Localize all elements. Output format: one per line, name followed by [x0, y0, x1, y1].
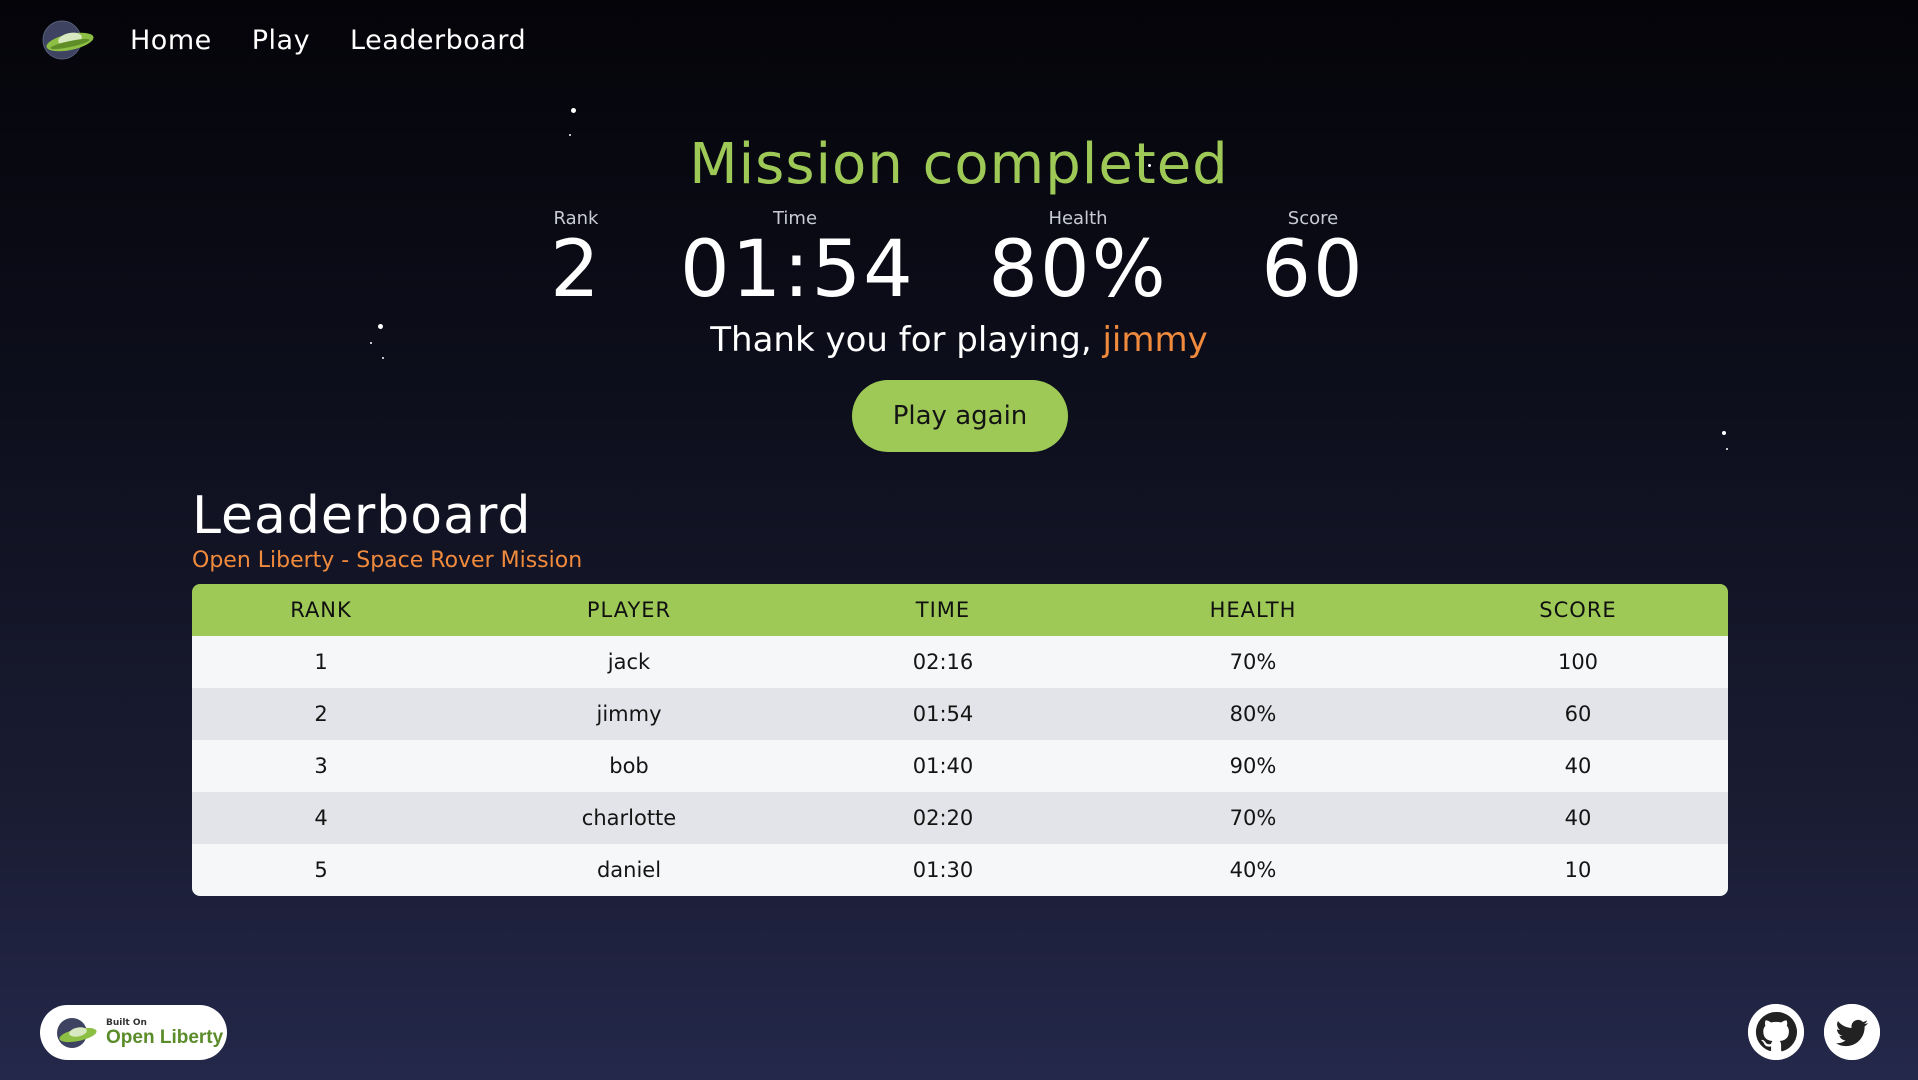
built-on-text: Built On Open Liberty [106, 1018, 224, 1048]
cell-time: 02:20 [912, 806, 974, 830]
cell-rank: 1 [314, 650, 328, 674]
table-row: 2 jimmy 01:54 80% 60 [192, 688, 1728, 740]
cell-score: 100 [1557, 650, 1599, 674]
cell-health: 90% [1229, 754, 1277, 778]
play-again-button[interactable]: Play again [852, 380, 1068, 452]
thank-you-text: Thank you for playing, [710, 320, 1092, 360]
stat-score: Score 60 [1243, 208, 1383, 309]
table-row: 1 jack 02:16 70% 100 [192, 636, 1728, 688]
thank-you-message: Thank you for playing, jimmy [0, 320, 1918, 360]
nav-links: Home Play Leaderboard [130, 25, 526, 56]
mission-stats: Rank 2 Time 01:54 Health 80% Score 60 [0, 208, 1918, 315]
column-header-player[interactable]: PLAYER [450, 584, 808, 636]
mission-title: Mission completed [689, 132, 1229, 197]
cell-time: 01:40 [912, 754, 974, 778]
cell-score: 40 [1564, 754, 1592, 778]
star [1722, 431, 1726, 435]
cell-time: 01:30 [912, 858, 974, 882]
column-header-score[interactable]: SCORE [1428, 584, 1728, 636]
stat-time-value: 01:54 [680, 225, 915, 315]
cell-rank: 3 [314, 754, 328, 778]
player-name: jimmy [1102, 320, 1208, 360]
leaderboard-table: RANK PLAYER TIME HEALTH SCORE 1 jack 02:… [192, 584, 1728, 896]
cell-score: 60 [1564, 702, 1592, 726]
cell-score: 40 [1564, 806, 1592, 830]
table-header-row: RANK PLAYER TIME HEALTH SCORE [192, 584, 1728, 636]
cell-player: bob [609, 754, 649, 778]
top-navigation: Home Play Leaderboard [38, 18, 526, 62]
column-header-health[interactable]: HEALTH [1078, 584, 1428, 636]
table-row: 4 charlotte 02:20 70% 40 [192, 792, 1728, 844]
table-row: 3 bob 01:40 90% 40 [192, 740, 1728, 792]
nav-link-play[interactable]: Play [252, 25, 310, 56]
stat-health: Health 80% [968, 208, 1188, 309]
cell-health: 40% [1229, 858, 1277, 882]
cell-rank: 4 [314, 806, 328, 830]
cell-time: 01:54 [912, 702, 974, 726]
stat-time: Time 01:54 [680, 208, 915, 315]
cell-player: daniel [596, 858, 662, 882]
github-icon[interactable] [1748, 1004, 1804, 1060]
star [571, 108, 576, 113]
column-header-time[interactable]: TIME [808, 584, 1078, 636]
stat-rank: Rank 2 [536, 208, 616, 309]
cell-player: jack [607, 650, 651, 674]
built-on-open-liberty-badge[interactable]: Built On Open Liberty [40, 1005, 227, 1060]
cell-player: charlotte [581, 806, 677, 830]
cell-time: 02:16 [912, 650, 974, 674]
star [1726, 448, 1728, 450]
stat-rank-value: 2 [550, 225, 602, 315]
cell-rank: 2 [314, 702, 328, 726]
stat-score-value: 60 [1261, 225, 1365, 315]
column-header-rank[interactable]: RANK [192, 584, 450, 636]
cell-rank: 5 [314, 858, 328, 882]
twitter-icon[interactable] [1824, 1004, 1880, 1060]
leaderboard-subtitle: Open Liberty - Space Rover Mission [192, 548, 583, 573]
cell-health: 80% [1229, 702, 1277, 726]
leaderboard-heading: Leaderboard [192, 486, 532, 546]
cell-health: 70% [1229, 806, 1277, 830]
table-row: 5 daniel 01:30 40% 10 [192, 844, 1728, 896]
cell-health: 70% [1229, 650, 1277, 674]
open-liberty-label: Open Liberty [106, 1026, 224, 1048]
cell-score: 10 [1564, 858, 1592, 882]
stat-health-value: 80% [988, 225, 1168, 315]
nav-link-leaderboard[interactable]: Leaderboard [350, 25, 526, 56]
cell-player: jimmy [596, 702, 662, 726]
open-liberty-logo-icon [57, 1017, 97, 1048]
flying-saucer-icon[interactable] [38, 18, 96, 62]
nav-link-home[interactable]: Home [130, 25, 212, 56]
